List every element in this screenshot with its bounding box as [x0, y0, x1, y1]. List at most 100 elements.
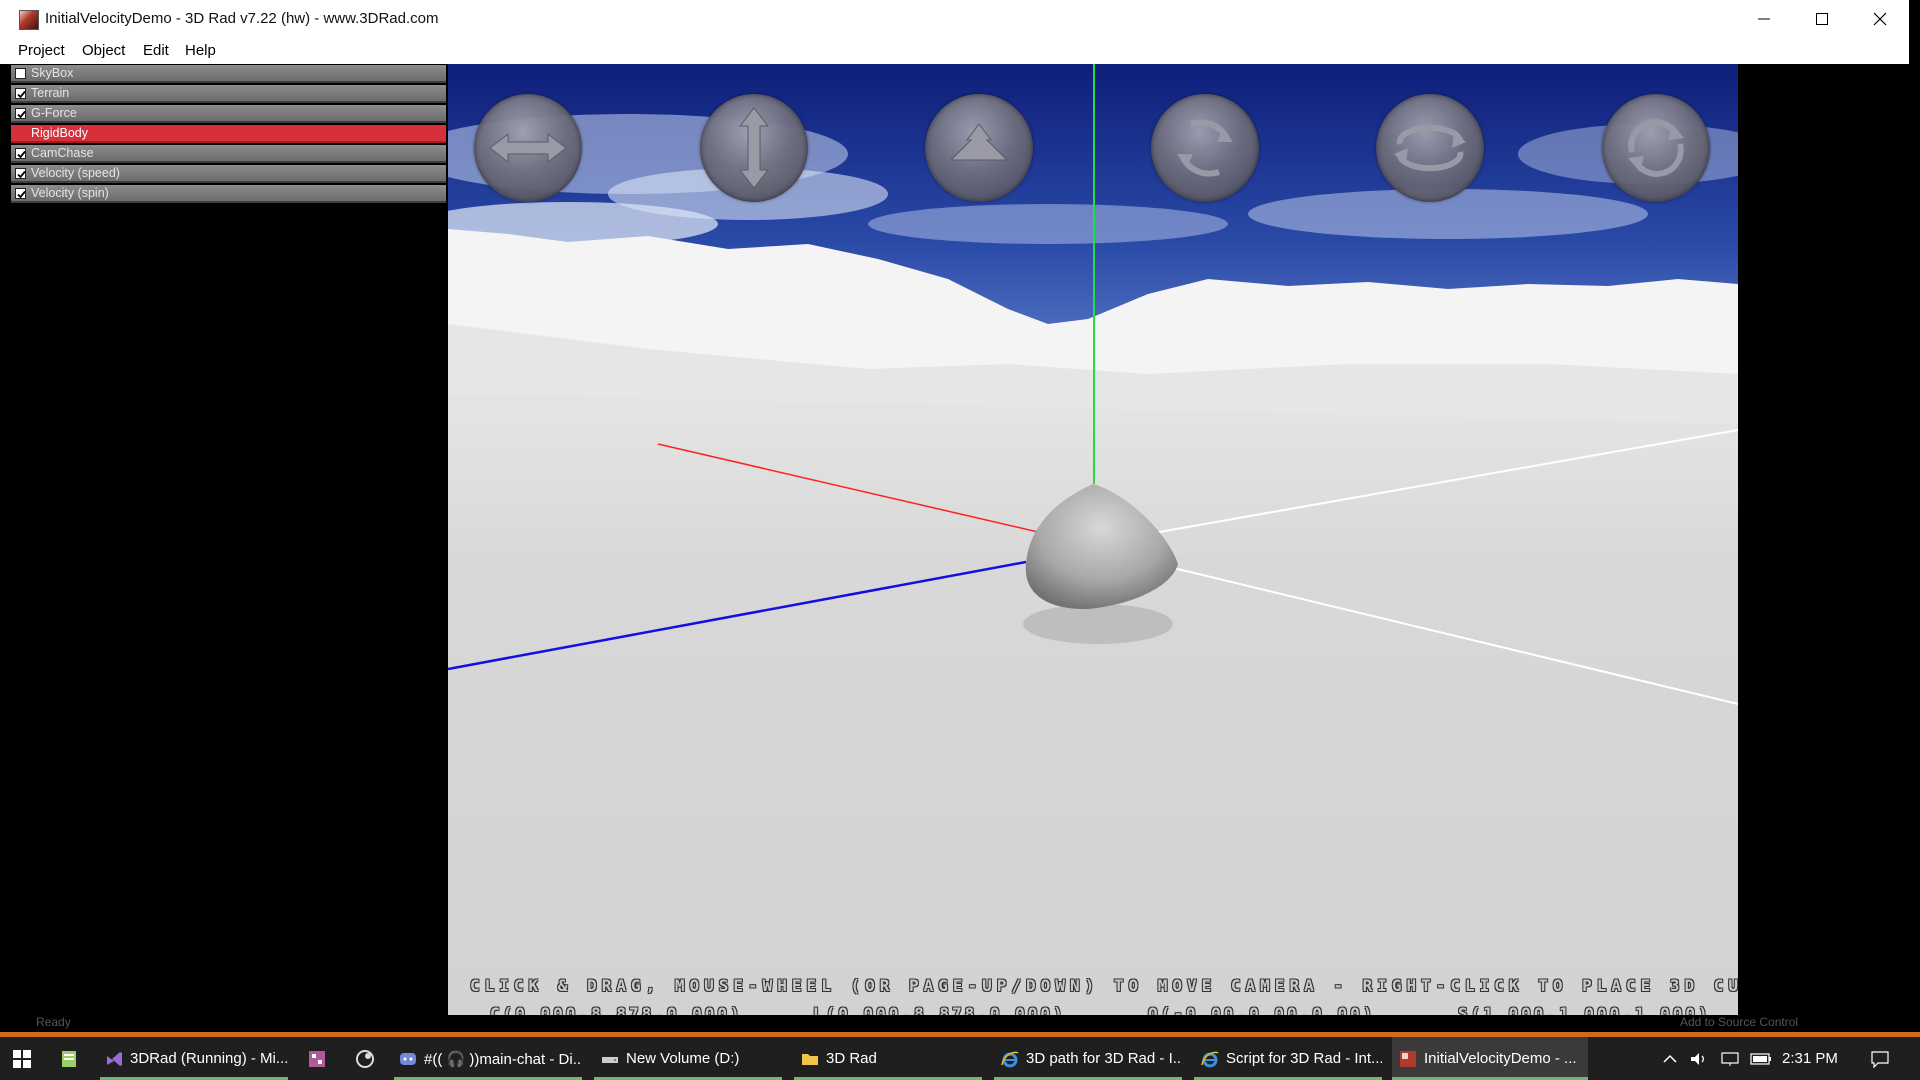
windows-logo-icon: [13, 1049, 31, 1068]
object-checkbox[interactable]: [15, 68, 26, 79]
maximize-button[interactable]: [1793, 0, 1851, 38]
orbit-vertical-icon: [1177, 119, 1233, 177]
dolly-button[interactable]: [925, 94, 1033, 202]
maximize-icon: [1816, 13, 1828, 25]
3drad-app-icon[interactable]: [19, 10, 39, 30]
object-checkbox[interactable]: [15, 108, 26, 119]
taskbar-item-label: 3DRad (Running) - Mi...: [130, 1050, 288, 1067]
3drad-app-icon: [1400, 1050, 1416, 1067]
taskbar-item-3drad[interactable]: InitialVelocityDemo - ...: [1392, 1037, 1588, 1080]
source-control-status[interactable]: Add to Source Control: [1680, 1015, 1798, 1029]
camera-help-text: CLICK & DRAG, MOUSE-WHEEL (OR PAGE-UP/DO…: [470, 976, 1738, 995]
object-row-rigidbody[interactable]: RigidBody: [11, 125, 446, 143]
taskbar-item-ie-2[interactable]: Script for 3D Rad - Int...: [1194, 1037, 1382, 1080]
minimize-button[interactable]: [1735, 0, 1793, 38]
object-list: SkyBox Terrain G-Force RigidBody CamChas…: [11, 65, 446, 1032]
ie-icon: [1001, 1051, 1019, 1067]
taskbar-item-label: Script for 3D Rad - Int...: [1226, 1050, 1382, 1067]
menu-bar: Project Object Edit Help: [0, 38, 1909, 64]
roll-icon: [1628, 119, 1684, 177]
checkmark-icon: [17, 190, 26, 199]
taskbar: 3DRad (Running) - Mi... #(( 🎧 ))main-cha…: [0, 1037, 1920, 1080]
orbit-horizontal-icon: [1394, 124, 1466, 172]
notepad-icon: [62, 1050, 76, 1067]
show-hidden-icons-button[interactable]: [1656, 1037, 1684, 1080]
taskbar-item-ie-1[interactable]: 3D path for 3D Rad - I...: [994, 1037, 1182, 1080]
title-bar[interactable]: InitialVelocityDemo - 3D Rad v7.22 (hw) …: [0, 0, 1909, 38]
battery-button[interactable]: [1746, 1037, 1776, 1080]
pinned-app-2[interactable]: [348, 1037, 382, 1080]
orbit-vertical-button[interactable]: [1151, 94, 1259, 202]
visual-studio-icon: [107, 1051, 122, 1066]
object-checkbox[interactable]: [15, 88, 26, 99]
object-checkbox[interactable]: [15, 168, 26, 179]
close-icon: [1873, 12, 1887, 26]
checkmark-icon: [17, 170, 26, 179]
taskbar-item-label: #(( 🎧 ))main-chat - Di...: [424, 1050, 582, 1068]
object-label: SkyBox: [31, 66, 74, 80]
notepad-pin[interactable]: [52, 1037, 86, 1080]
battery-icon: [1750, 1052, 1771, 1065]
dolly-icon: [949, 123, 1009, 161]
menu-edit[interactable]: Edit: [143, 42, 169, 59]
notification-icon: [1871, 1050, 1889, 1068]
folder-icon: [802, 1053, 818, 1065]
app-grid-icon: [309, 1050, 325, 1067]
taskbar-item-label: 3D Rad: [826, 1050, 877, 1067]
status-text: Ready: [36, 1015, 71, 1029]
discord-icon: [400, 1052, 416, 1065]
object-row-gforce[interactable]: G-Force: [11, 105, 446, 123]
start-button[interactable]: [0, 1037, 44, 1080]
pan-horizontal-button[interactable]: [474, 94, 582, 202]
checkmark-icon: [17, 150, 26, 159]
object-row-camchase[interactable]: CamChase: [11, 145, 446, 163]
ie-icon: [1201, 1051, 1219, 1067]
network-icon: [1721, 1051, 1739, 1066]
taskbar-item-label: New Volume (D:): [626, 1050, 740, 1067]
menu-project[interactable]: Project: [18, 42, 65, 59]
object-label: Terrain: [31, 86, 70, 100]
steam-icon: [356, 1049, 374, 1068]
taskbar-item-visual-studio[interactable]: 3DRad (Running) - Mi...: [100, 1037, 288, 1080]
menu-object[interactable]: Object: [82, 42, 125, 59]
object-checkbox[interactable]: [15, 148, 26, 159]
minimize-icon: [1758, 18, 1770, 20]
object-row-velocity-spin[interactable]: Velocity (spin): [11, 185, 446, 203]
object-row-skybox[interactable]: SkyBox: [11, 65, 446, 83]
taskbar-item-discord[interactable]: #(( 🎧 ))main-chat - Di...: [394, 1037, 582, 1080]
taskbar-item-explorer-drive[interactable]: New Volume (D:): [594, 1037, 782, 1080]
object-row-velocity-speed[interactable]: Velocity (speed): [11, 165, 446, 183]
object-label: G-Force: [31, 106, 77, 120]
action-center-button[interactable]: [1860, 1037, 1900, 1080]
object-label: Velocity (spin): [31, 186, 109, 200]
object-label: CamChase: [31, 146, 94, 160]
pinned-app-1[interactable]: [300, 1037, 334, 1080]
taskbar-item-folder[interactable]: 3D Rad: [794, 1037, 982, 1080]
right-empty-area: [1738, 64, 1909, 1032]
app-window: InitialVelocityDemo - 3D Rad v7.22 (hw) …: [0, 0, 1909, 1032]
object-row-terrain[interactable]: Terrain: [11, 85, 446, 103]
pan-vertical-button[interactable]: [700, 94, 808, 202]
taskbar-item-label: 3D path for 3D Rad - I...: [1026, 1050, 1182, 1067]
chevron-up-icon: [1663, 1054, 1677, 1063]
taskbar-clock[interactable]: 2:31 PM: [1782, 1050, 1838, 1067]
checkmark-icon: [17, 110, 26, 119]
pan-horizontal-icon: [489, 132, 567, 164]
speaker-icon: [1691, 1052, 1704, 1065]
roll-button[interactable]: [1602, 94, 1710, 202]
3d-viewport[interactable]: CLICK & DRAG, MOUSE-WHEEL (OR PAGE-UP/DO…: [448, 64, 1738, 1032]
status-bar: Ready Add to Source Control: [0, 1015, 1909, 1032]
taskbar-item-label: InitialVelocityDemo - ...: [1424, 1050, 1577, 1067]
drive-icon: [602, 1056, 618, 1063]
scene-render: [448, 64, 1738, 1032]
network-button[interactable]: [1714, 1037, 1746, 1080]
object-label: RigidBody: [31, 126, 88, 140]
object-label: Velocity (speed): [31, 166, 120, 180]
orbit-horizontal-button[interactable]: [1376, 94, 1484, 202]
checkmark-icon: [17, 90, 26, 99]
volume-button[interactable]: [1684, 1037, 1714, 1080]
object-checkbox[interactable]: [15, 188, 26, 199]
window-title: InitialVelocityDemo - 3D Rad v7.22 (hw) …: [45, 10, 439, 27]
close-button[interactable]: [1851, 0, 1909, 38]
menu-help[interactable]: Help: [185, 42, 216, 59]
